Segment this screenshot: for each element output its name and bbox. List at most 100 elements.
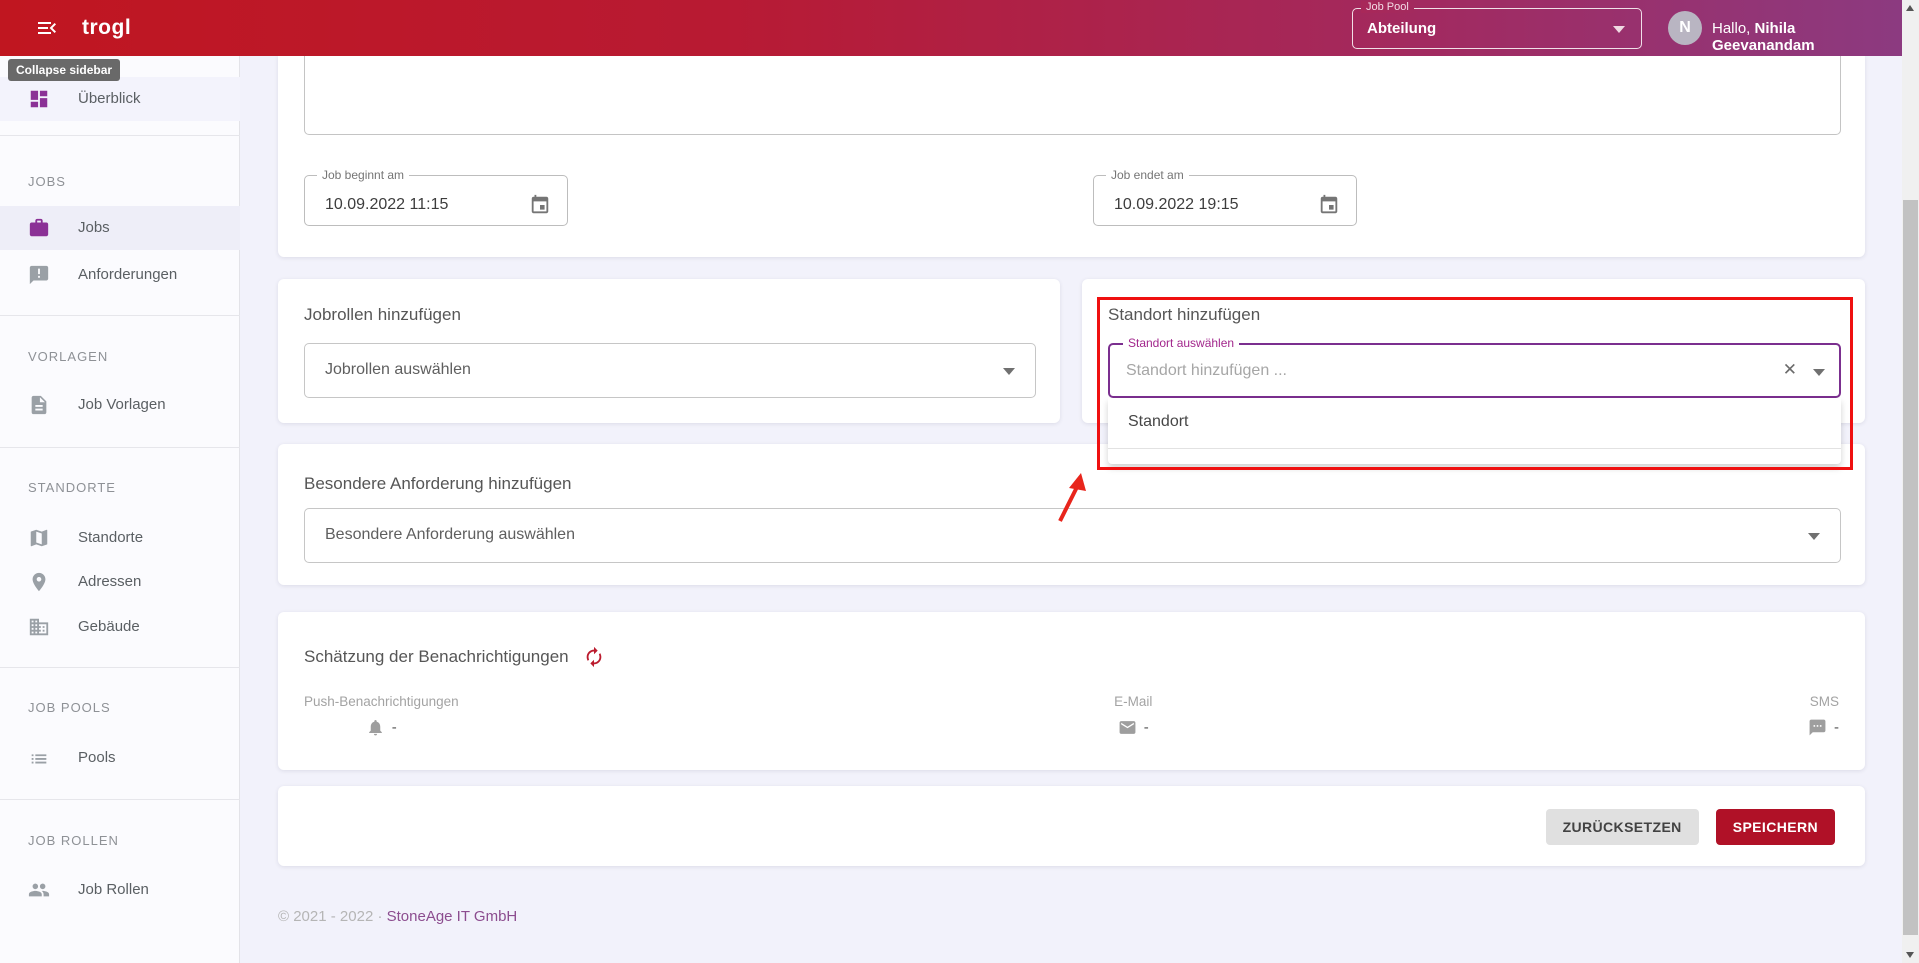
job-begins-field[interactable]: Job beginnt am 10.09.2022 11:15	[304, 168, 568, 226]
requirement-card: Besondere Anforderung hinzufügen Besonde…	[278, 444, 1865, 585]
sidebar-item-label: Standorte	[78, 529, 143, 546]
scroll-down-arrow-icon[interactable]	[1906, 952, 1914, 958]
company-link[interactable]: StoneAge IT GmbH	[387, 908, 518, 925]
sidebar-section-locations: STANDORTE	[28, 480, 116, 495]
sidebar-item-label: Job Vorlagen	[78, 396, 166, 413]
divider	[0, 799, 240, 800]
sidebar-item-label: Gebäude	[78, 618, 140, 635]
sidebar-item-pools[interactable]: Pools	[0, 736, 240, 780]
location-autocomplete[interactable]: Standort auswählen ✕	[1108, 343, 1841, 398]
reset-button[interactable]: ZURÜCKSETZEN	[1546, 809, 1699, 845]
divider	[0, 315, 240, 316]
job-description-textarea[interactable]	[304, 56, 1841, 135]
jobroles-card-title: Jobrollen hinzufügen	[304, 305, 461, 325]
document-icon	[28, 394, 50, 416]
sidebar-item-label: Anforderungen	[78, 266, 177, 283]
divider	[1108, 448, 1841, 449]
collapse-sidebar-tooltip: Collapse sidebar	[8, 59, 120, 81]
notifications-card: Schätzung der Benachrichtigungen Push-Be…	[278, 612, 1865, 770]
sidebar-item-requirements[interactable]: Anforderungen	[0, 253, 240, 297]
notifications-card-title: Schätzung der Benachrichtigungen	[304, 647, 569, 667]
sidebar-item-label: Jobs	[78, 219, 110, 236]
push-notifications-column: Push-Benachrichtigungen -	[304, 694, 459, 737]
job-ends-value: 10.09.2022 19:15	[1114, 196, 1239, 214]
jobroles-card: Jobrollen hinzufügen Jobrollen auswählen	[278, 279, 1060, 423]
chevron-down-icon[interactable]	[1813, 369, 1825, 376]
jobroles-select[interactable]: Jobrollen auswählen	[304, 343, 1036, 398]
email-label: E-Mail	[1114, 694, 1152, 709]
sidebar-item-label: Job Rollen	[78, 881, 149, 898]
job-pool-select[interactable]: Job Pool Abteilung	[1352, 8, 1642, 49]
push-notifications-label: Push-Benachrichtigungen	[304, 694, 459, 709]
requirement-card-title: Besondere Anforderung hinzufügen	[304, 474, 571, 494]
sidebar-section-templates: VORLAGEN	[28, 349, 108, 364]
push-notifications-value: -	[392, 719, 397, 736]
avatar[interactable]: N	[1668, 11, 1702, 45]
location-option[interactable]: Standort	[1108, 398, 1841, 448]
location-card: Standort hinzufügen Standort auswählen ✕…	[1082, 279, 1865, 423]
actions-card: ZURÜCKSETZEN SPEICHERN	[278, 786, 1865, 866]
scroll-up-arrow-icon[interactable]	[1906, 5, 1914, 11]
list-icon	[28, 747, 50, 769]
job-times-card: Job beginnt am 10.09.2022 11:15 Job ende…	[278, 56, 1865, 257]
chevron-down-icon[interactable]	[1613, 26, 1625, 33]
requirement-select[interactable]: Besondere Anforderung auswählen	[304, 508, 1841, 563]
calendar-icon[interactable]	[1318, 194, 1340, 216]
divider	[0, 135, 240, 136]
sidebar-item-job-templates[interactable]: Job Vorlagen	[0, 383, 240, 427]
sidebar-section-jobs: JOBS	[28, 174, 66, 189]
sidebar-item-label: Pools	[78, 749, 116, 766]
sms-column: SMS -	[1808, 694, 1839, 737]
dashboard-icon	[28, 88, 50, 110]
sms-bubble-icon	[1808, 718, 1827, 737]
menu-open-icon[interactable]	[34, 16, 60, 40]
sidebar-item-addresses[interactable]: Adressen	[0, 560, 240, 604]
location-dropdown: Standort	[1108, 398, 1841, 464]
save-button[interactable]: SPEICHERN	[1716, 809, 1835, 845]
footer: © 2021 - 2022 · StoneAge IT GmbH	[278, 908, 517, 925]
sms-label: SMS	[1810, 694, 1839, 709]
email-column: E-Mail -	[1114, 694, 1152, 737]
sidebar-item-jobs[interactable]: Jobs	[0, 206, 240, 250]
brand-logo[interactable]: trogl	[82, 16, 131, 40]
sidebar-section-job-pools: JOB POOLS	[28, 700, 111, 715]
scrollbar-thumb[interactable]	[1903, 200, 1918, 935]
email-value: -	[1144, 719, 1149, 736]
sidebar-item-label: Adressen	[78, 573, 141, 590]
sidebar-section-job-roles: JOB ROLLEN	[28, 833, 119, 848]
people-icon	[28, 879, 50, 901]
jobroles-select-value: Jobrollen auswählen	[325, 361, 471, 379]
location-input[interactable]	[1126, 345, 1746, 396]
calendar-icon[interactable]	[529, 194, 551, 216]
sidebar-item-label: Überblick	[78, 90, 141, 107]
job-pool-label: Job Pool	[1361, 1, 1414, 13]
sidebar-item-locations[interactable]: Standorte	[0, 516, 240, 560]
sidebar: Überblick JOBS Jobs Anforderungen VORLAG…	[0, 56, 240, 963]
building-icon	[28, 616, 50, 638]
sms-value: -	[1834, 719, 1839, 736]
envelope-icon	[1118, 718, 1137, 737]
refresh-icon[interactable]	[583, 646, 605, 668]
location-pin-icon	[28, 571, 50, 593]
chevron-down-icon	[1808, 533, 1820, 540]
user-greeting: Hallo, Nihila Geevanandam	[1712, 20, 1902, 54]
job-ends-label: Job endet am	[1106, 168, 1189, 182]
sidebar-item-overview[interactable]: Überblick	[0, 77, 240, 121]
job-begins-label: Job beginnt am	[317, 168, 409, 182]
clear-icon[interactable]: ✕	[1783, 360, 1797, 380]
sidebar-item-buildings[interactable]: Gebäude	[0, 605, 240, 649]
briefcase-icon	[28, 217, 50, 239]
vertical-scrollbar[interactable]	[1902, 0, 1919, 963]
requirement-select-value: Besondere Anforderung auswählen	[325, 526, 575, 544]
divider	[0, 447, 240, 448]
copyright-text: © 2021 - 2022 ·	[278, 908, 387, 925]
location-option-label: Standort	[1128, 413, 1188, 431]
sidebar-item-job-roles[interactable]: Job Rollen	[0, 868, 240, 912]
divider	[0, 667, 240, 668]
bell-icon	[366, 718, 385, 737]
job-ends-field[interactable]: Job endet am 10.09.2022 19:15	[1093, 168, 1357, 226]
greeting-prefix: Hallo,	[1712, 20, 1755, 37]
job-begins-value: 10.09.2022 11:15	[325, 196, 448, 214]
chevron-down-icon	[1003, 368, 1015, 375]
job-pool-value: Abteilung	[1367, 20, 1436, 37]
